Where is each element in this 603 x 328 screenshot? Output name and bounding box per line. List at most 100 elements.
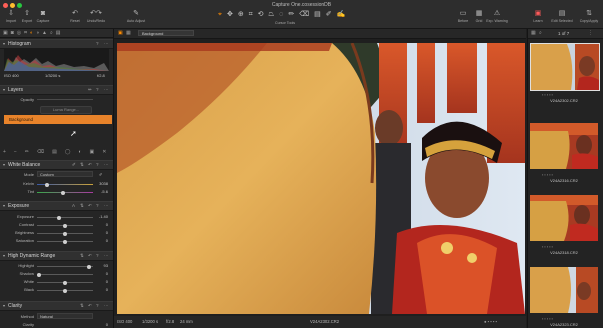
- learn-button[interactable]: ▣ Learn: [527, 10, 549, 23]
- black-slider[interactable]: [37, 288, 93, 293]
- picker-cursor-icon[interactable]: ✐: [326, 11, 332, 19]
- remove-layer-icon[interactable]: −: [14, 149, 17, 157]
- eraser-cursor-icon[interactable]: ⌫: [299, 11, 309, 19]
- brightness-slider-knob[interactable]: [63, 231, 67, 236]
- copy-icon[interactable]: ⇅: [80, 203, 84, 209]
- options-icon[interactable]: ⋯: [104, 162, 109, 168]
- select-cursor-icon[interactable]: ⌖: [218, 11, 222, 19]
- search-icon[interactable]: ⌕: [539, 30, 542, 36]
- picker-icon[interactable]: ✐: [72, 162, 76, 168]
- exposure-slider[interactable]: [37, 215, 93, 220]
- variant-select[interactable]: Background: [138, 30, 194, 36]
- highlight-value[interactable]: 93: [96, 263, 108, 268]
- white-value[interactable]: 0: [96, 279, 108, 284]
- help-icon[interactable]: ?: [96, 303, 99, 308]
- copy-apply-button[interactable]: ⇅ Copy/Apply: [578, 10, 600, 23]
- exposure-tab-icon[interactable]: ◐: [30, 29, 33, 37]
- brush-mask-icon[interactable]: ✏: [25, 149, 29, 157]
- options-icon[interactable]: ⋯: [104, 253, 109, 259]
- brightness-slider[interactable]: [37, 231, 93, 236]
- auto-icon[interactable]: A: [72, 203, 75, 208]
- white-balance-header[interactable]: ▾ White Balance ✐ ⇅ ↶ ? ⋯: [0, 160, 113, 170]
- thumbnail-3[interactable]: [530, 195, 598, 241]
- help-icon[interactable]: ?: [96, 87, 99, 92]
- metadata-tab-icon[interactable]: ▤: [56, 29, 61, 37]
- capture-tab-icon[interactable]: ◙: [11, 29, 14, 37]
- fill-mask-icon[interactable]: ▣: [90, 149, 95, 157]
- tint-slider[interactable]: [37, 190, 93, 195]
- thumbnail-2-rating[interactable]: ▪▪▪▪▪: [542, 172, 554, 177]
- help-icon[interactable]: ?: [96, 41, 99, 46]
- options-icon[interactable]: ⋯: [104, 87, 109, 93]
- reset-icon[interactable]: ↶: [88, 253, 92, 259]
- options-icon[interactable]: ⋯: [104, 41, 109, 47]
- clear-mask-icon[interactable]: ✕: [102, 149, 106, 157]
- zoom-cursor-icon[interactable]: ⊕: [238, 11, 244, 19]
- exposure-warning-button[interactable]: ⚠ Exp. Warning: [486, 10, 508, 23]
- rotate-cursor-icon[interactable]: ⟲: [258, 11, 264, 19]
- gradient-mask-icon[interactable]: ▤: [52, 149, 57, 157]
- layers-header[interactable]: ▾ Layers ✏ ? ⋯: [0, 85, 113, 95]
- contrast-slider[interactable]: [37, 223, 93, 228]
- tint-slider-knob[interactable]: [61, 190, 65, 195]
- exposure-slider-knob[interactable]: [57, 215, 61, 220]
- main-photo[interactable]: [117, 43, 525, 314]
- clarity-method-select[interactable]: Natural: [37, 313, 93, 319]
- color-tab-icon[interactable]: ◑: [36, 29, 39, 37]
- wb-mode-select[interactable]: Custom: [37, 171, 93, 177]
- shadow-slider-knob[interactable]: [37, 272, 41, 277]
- pan-cursor-icon[interactable]: ✥: [227, 11, 233, 19]
- brightness-value[interactable]: 0: [96, 230, 108, 235]
- single-view-icon[interactable]: ▣: [118, 30, 123, 36]
- thumbnail-4-rating[interactable]: ▪▪▪▪▪: [542, 316, 554, 321]
- help-icon[interactable]: ?: [96, 162, 99, 167]
- rating-dots[interactable]: ● ▪ ▪ ▪ ▪: [484, 319, 497, 324]
- histogram-header[interactable]: ▾ Histogram ? ⋯: [0, 39, 113, 49]
- edit-selected-button[interactable]: ▤ Edit Selected: [551, 10, 573, 23]
- black-value[interactable]: 0: [96, 287, 108, 292]
- help-icon[interactable]: ?: [96, 253, 99, 258]
- clarity-value[interactable]: 0: [96, 322, 108, 327]
- layer-row-background[interactable]: Background: [4, 115, 112, 124]
- opacity-slider[interactable]: [37, 99, 93, 100]
- multi-view-icon[interactable]: ▦: [126, 30, 131, 36]
- white-slider[interactable]: [37, 280, 93, 285]
- radial-mask-icon[interactable]: ◯: [65, 149, 71, 157]
- shadow-slider[interactable]: [37, 272, 93, 277]
- luma-range-button[interactable]: Luma Range...: [40, 106, 92, 114]
- copy-icon[interactable]: ⇅: [80, 162, 84, 168]
- white-slider-knob[interactable]: [63, 280, 67, 285]
- tint-value[interactable]: -5.6: [96, 189, 108, 194]
- clarity-header[interactable]: ▾ Clarity ⇅ ↶ ? ⋯: [0, 301, 113, 311]
- thumbnail-1[interactable]: [530, 43, 600, 91]
- auto-adjust-button[interactable]: ✎ Auto Adjust: [125, 10, 147, 23]
- search-tab-icon[interactable]: ⌕: [50, 29, 53, 37]
- saturation-value[interactable]: 0: [96, 238, 108, 243]
- kelvin-slider[interactable]: [37, 182, 93, 187]
- undo-redo-button[interactable]: ↶↷ Undo/Redo: [85, 10, 107, 23]
- highlight-slider-knob[interactable]: [87, 264, 91, 269]
- reset-icon[interactable]: ↶: [88, 203, 92, 209]
- spot-removal-cursor-icon[interactable]: ◌: [279, 11, 283, 19]
- details-tab-icon[interactable]: ▲: [42, 29, 47, 37]
- options-icon[interactable]: ⋯: [104, 303, 109, 309]
- capture-button[interactable]: ◙ Capture: [32, 10, 54, 23]
- reset-icon[interactable]: ↶: [88, 162, 92, 168]
- exposure-value[interactable]: -1.40: [96, 214, 108, 219]
- help-icon[interactable]: ?: [96, 203, 99, 208]
- keystone-cursor-icon[interactable]: ⏢: [269, 11, 275, 19]
- eraser-icon[interactable]: ⌫: [37, 149, 44, 157]
- thumbnail-3-rating[interactable]: ▪▪▪▪▪: [542, 244, 554, 249]
- filter-icon[interactable]: ⋮: [588, 30, 593, 36]
- eyedropper-icon[interactable]: ✐: [99, 172, 102, 177]
- highlight-slider[interactable]: [37, 264, 93, 269]
- black-slider-knob[interactable]: [63, 288, 67, 293]
- thumbnail-2[interactable]: [530, 123, 598, 169]
- saturation-slider-knob[interactable]: [63, 239, 67, 244]
- mask-brush-cursor-icon[interactable]: ✏: [288, 11, 294, 19]
- composition-tab-icon[interactable]: ⌗: [24, 29, 27, 37]
- contrast-slider-knob[interactable]: [63, 223, 67, 228]
- grid-view-icon[interactable]: ▦: [531, 30, 536, 36]
- kelvin-slider-knob[interactable]: [45, 182, 49, 187]
- refine-mask-icon[interactable]: ◐: [78, 149, 81, 157]
